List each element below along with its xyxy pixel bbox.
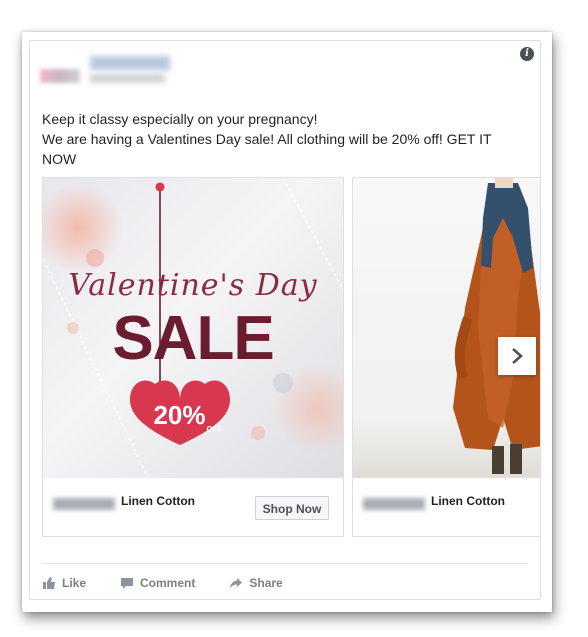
carousel-next-button[interactable] bbox=[498, 337, 536, 375]
post-text-line: Keep it classy especially on your pregna… bbox=[42, 111, 318, 127]
carousel-card-footer: Linen Cotton bbox=[353, 478, 540, 536]
off-text: OFF bbox=[206, 425, 223, 434]
product-title[interactable]: Linen Cotton bbox=[431, 494, 505, 508]
divider bbox=[42, 563, 528, 564]
comment-label: Comment bbox=[140, 576, 196, 590]
comment-icon bbox=[121, 578, 134, 589]
valentines-headline: Valentine's Day bbox=[68, 268, 318, 303]
sale-text: SALE bbox=[112, 304, 274, 373]
chevron-right-icon bbox=[512, 348, 523, 364]
share-label: Share bbox=[249, 576, 283, 590]
sponsored-post-card: i Keep it classy especially on your preg… bbox=[29, 40, 541, 600]
brand-name-blurred bbox=[53, 498, 115, 510]
post-actions: Like Comment Share bbox=[42, 573, 317, 593]
post-meta-blurred bbox=[90, 74, 165, 83]
ad-carousel: Valentine's Day SALE 20%OFF Linen Cotton… bbox=[42, 177, 540, 543]
post-text: Keep it classy especially on your pregna… bbox=[42, 109, 522, 169]
brand-name-blurred bbox=[363, 498, 425, 510]
linen-dress-image[interactable] bbox=[353, 178, 540, 478]
page-avatar[interactable] bbox=[40, 69, 80, 83]
carousel-card-footer: Linen Cotton Shop Now bbox=[43, 478, 343, 536]
page-name-blurred[interactable] bbox=[90, 56, 170, 70]
model-figure bbox=[453, 178, 540, 474]
share-icon bbox=[230, 578, 243, 589]
product-title[interactable]: Linen Cotton bbox=[121, 494, 195, 508]
thumbs-up-icon bbox=[43, 577, 55, 589]
shop-now-button[interactable]: Shop Now bbox=[255, 496, 329, 520]
like-label: Like bbox=[62, 576, 87, 590]
share-button[interactable]: Share bbox=[229, 573, 283, 593]
discount-text: 20% bbox=[153, 400, 206, 430]
comment-button[interactable]: Comment bbox=[120, 573, 195, 593]
post-text-line: We are having a Valentines Day sale! All… bbox=[42, 131, 492, 147]
screenshot-frame: i Keep it classy especially on your preg… bbox=[22, 32, 552, 612]
post-text-line: NOW bbox=[42, 151, 77, 167]
like-button[interactable]: Like bbox=[42, 573, 86, 593]
info-icon[interactable]: i bbox=[520, 47, 534, 61]
carousel-card[interactable]: Valentine's Day SALE 20%OFF Linen Cotton… bbox=[42, 177, 344, 537]
valentines-sale-image[interactable]: Valentine's Day SALE 20%OFF bbox=[43, 178, 343, 478]
discount-badge: 20%OFF bbox=[148, 400, 228, 434]
